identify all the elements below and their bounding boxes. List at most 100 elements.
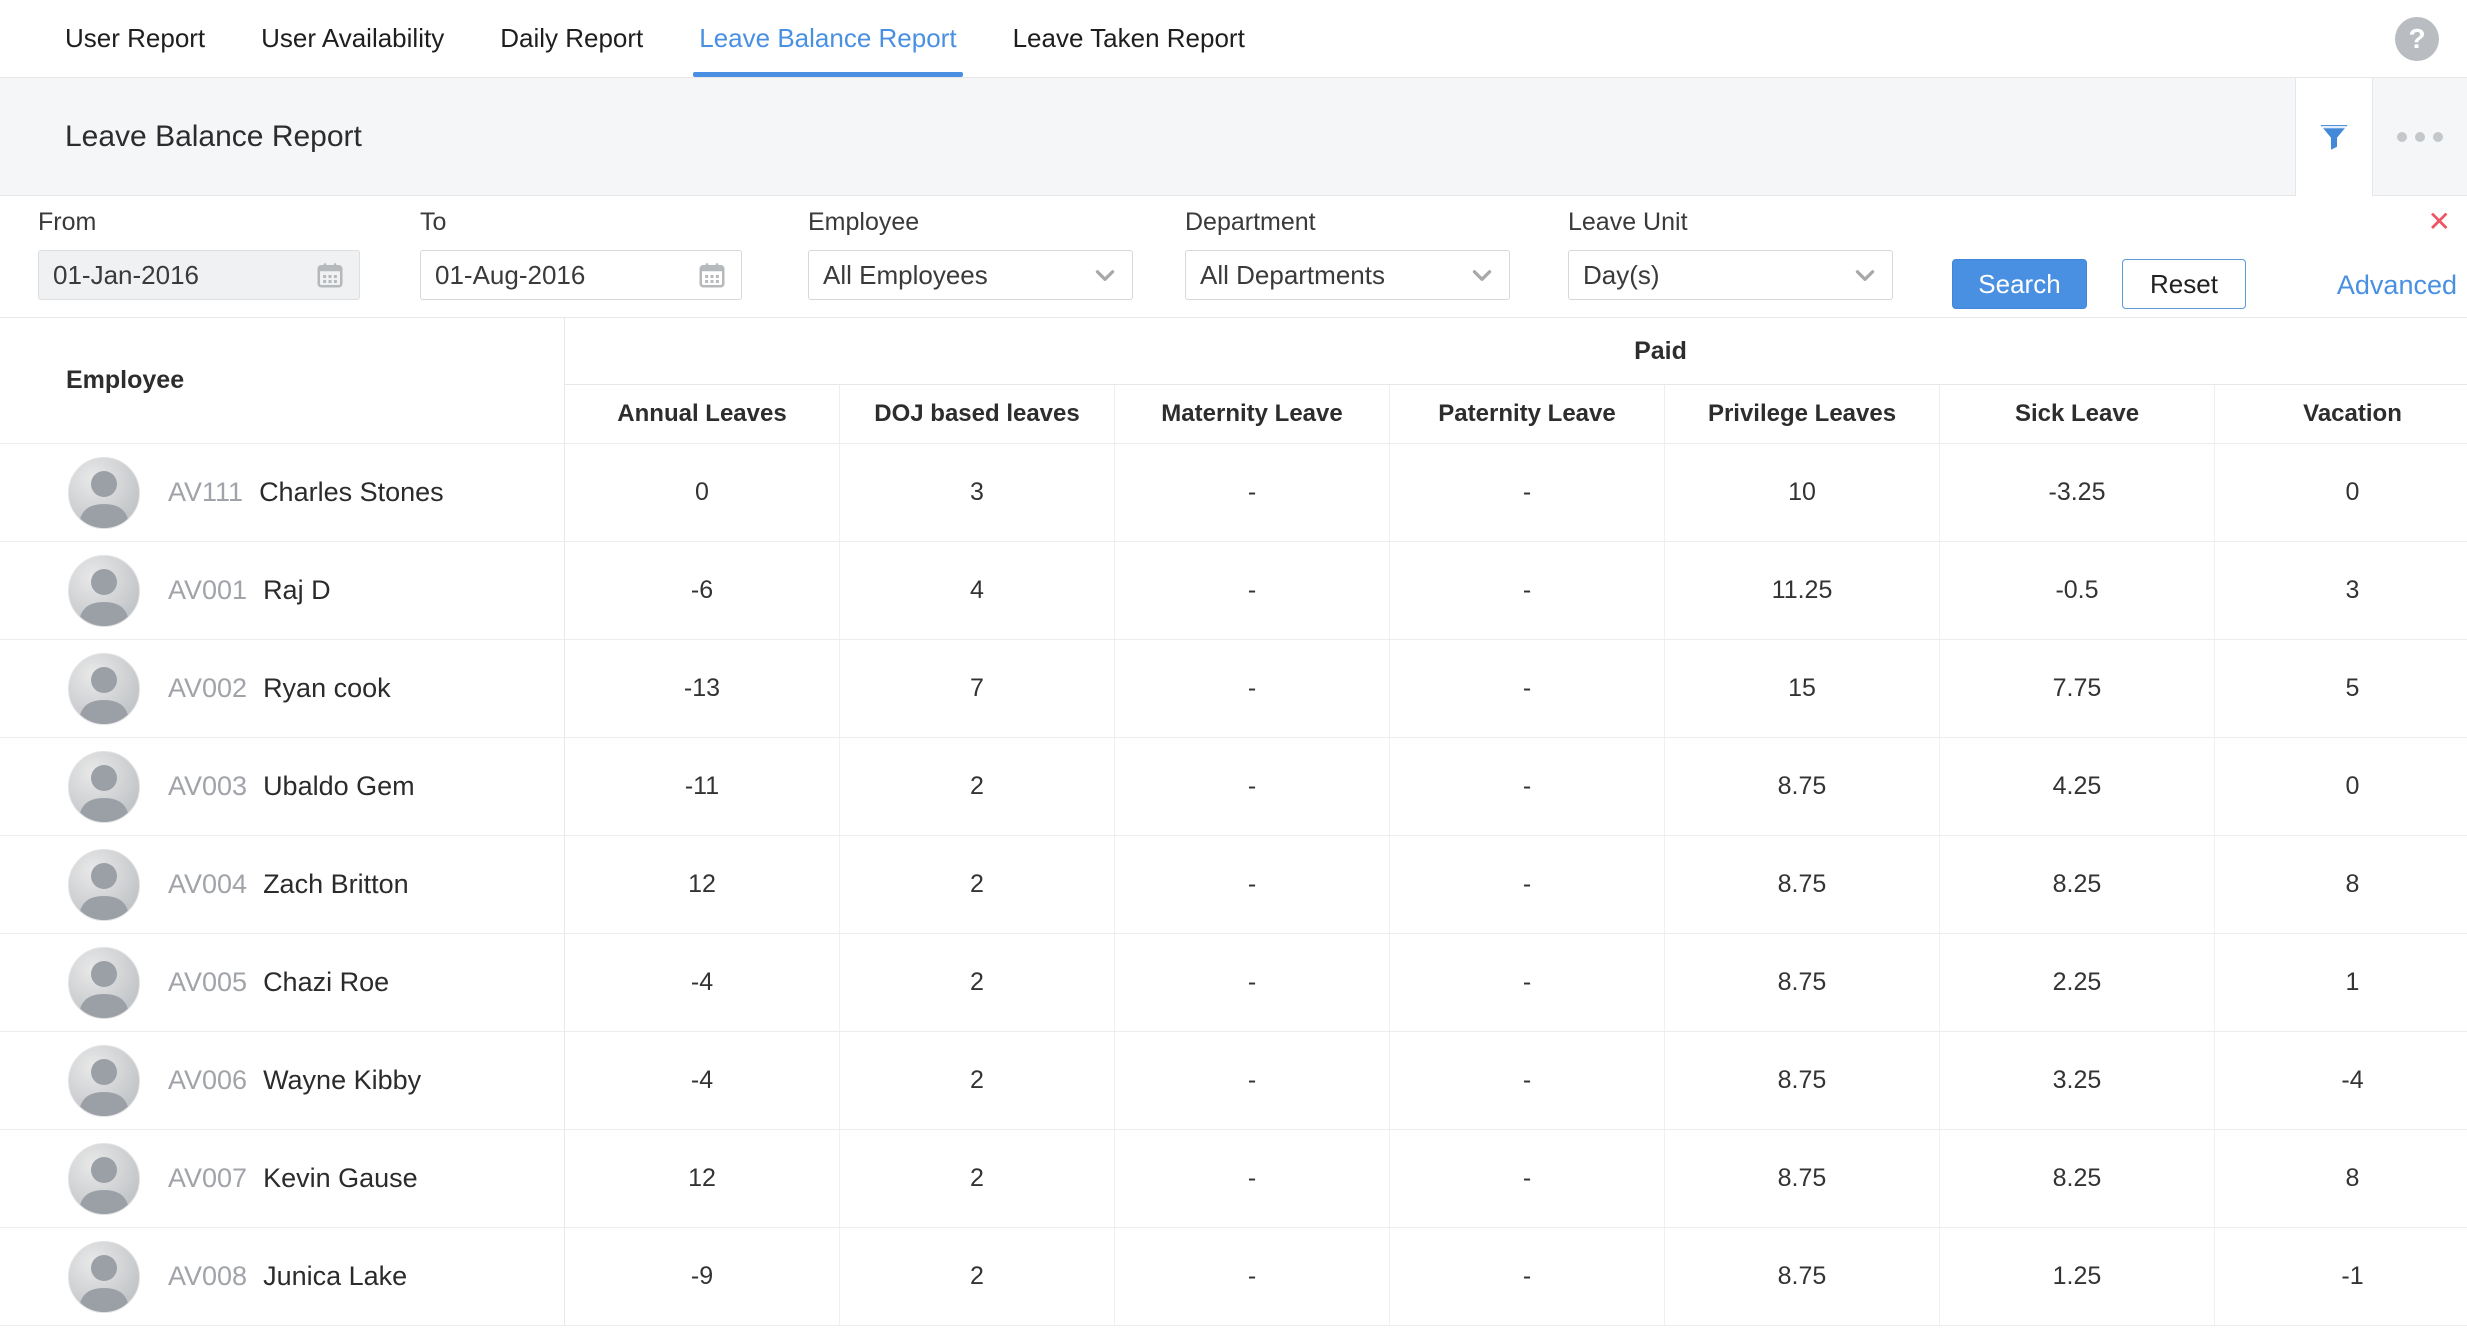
employee-name: Chazi Roe [263, 967, 389, 998]
employee-id: AV002 [168, 673, 247, 704]
employee-filter-field: Employee All Employees [808, 208, 1133, 300]
table-row[interactable]: AV005 Chazi Roe -42--8.752.251 [0, 933, 2467, 1031]
reset-button[interactable]: Reset [2122, 259, 2246, 309]
tab-leave-taken-report[interactable]: Leave Taken Report [1013, 0, 1245, 77]
employee-id: AV005 [168, 967, 247, 998]
employee-cell: AV002 Ryan cook [0, 640, 565, 737]
chevron-down-icon [1092, 262, 1118, 288]
leave-value-cell: 12 [565, 836, 840, 933]
leave-value-cell: -1 [2215, 1228, 2467, 1325]
employee-cell: AV003 Ubaldo Gem [0, 738, 565, 835]
leave-value-cell: 3.25 [1940, 1032, 2215, 1129]
department-select[interactable]: All Departments [1185, 250, 1510, 300]
from-date-input[interactable]: 01-Jan-2016 [38, 250, 360, 300]
employee-cell: AV007 Kevin Gause [0, 1130, 565, 1227]
leave-value-cell: 8.75 [1665, 1032, 1940, 1129]
calendar-icon[interactable] [315, 260, 345, 290]
leave-value-cell: 12 [565, 1130, 840, 1227]
leave-value-cell: 0 [2215, 444, 2467, 541]
avatar [68, 1045, 140, 1117]
tab-user-report[interactable]: User Report [65, 0, 205, 77]
employee-select[interactable]: All Employees [808, 250, 1133, 300]
leave-value-cell: -4 [2215, 1032, 2467, 1129]
employee-name: Raj D [263, 575, 331, 606]
help-button[interactable]: ? [2395, 17, 2439, 61]
from-date-value: 01-Jan-2016 [53, 260, 199, 291]
leave-value-cell: - [1115, 1228, 1390, 1325]
search-button[interactable]: Search [1952, 259, 2087, 309]
column-header-privilege-leaves: Privilege Leaves [1665, 385, 1940, 443]
to-date-input[interactable]: 01-Aug-2016 [420, 250, 742, 300]
ellipsis-icon [2397, 132, 2407, 142]
leave-value-cell: 8.75 [1665, 934, 1940, 1031]
leave-value-cell: 8 [2215, 836, 2467, 933]
table-row[interactable]: AV006 Wayne Kibby -42--8.753.25-4 [0, 1031, 2467, 1129]
table-row[interactable]: AV008 Junica Lake -92--8.751.25-1 [0, 1227, 2467, 1325]
more-options-button[interactable] [2373, 78, 2467, 196]
leave-value-cell: - [1115, 542, 1390, 639]
leave-value-cell: - [1115, 934, 1390, 1031]
avatar [68, 849, 140, 921]
leave-value-cell: 4 [840, 542, 1115, 639]
employee-cell: AV004 Zach Britton [0, 836, 565, 933]
leave-value-cell: 1 [2215, 934, 2467, 1031]
table-body: AV111 Charles Stones 03--10-3.250 AV001 … [0, 443, 2467, 1325]
calendar-icon[interactable] [697, 260, 727, 290]
leave-unit-label: Leave Unit [1568, 208, 1893, 237]
table-row[interactable]: AV111 Charles Stones 03--10-3.250 [0, 443, 2467, 541]
tab-leave-balance-report[interactable]: Leave Balance Report [699, 0, 956, 77]
leave-value-cell: - [1115, 1130, 1390, 1227]
leave-value-cell: - [1390, 640, 1665, 737]
to-date-value: 01-Aug-2016 [435, 260, 585, 291]
column-header-paternity-leave: Paternity Leave [1390, 385, 1665, 443]
column-header-vacation: Vacation [2215, 385, 2467, 443]
leave-value-cell: 2.25 [1940, 934, 2215, 1031]
table-row[interactable]: AV001 Raj D -64--11.25-0.53 [0, 541, 2467, 639]
report-tab-bar: User Report User Availability Daily Report… [0, 0, 2467, 78]
column-header-sick-leave: Sick Leave [1940, 385, 2215, 443]
title-bar: Leave Balance Report [0, 78, 2467, 196]
leave-value-cell: - [1390, 542, 1665, 639]
leave-value-cell: - [1115, 836, 1390, 933]
leave-value-cell: 8.25 [1940, 836, 2215, 933]
table-header: Employee Paid Annual LeavesDOJ based lea… [0, 318, 2467, 443]
employee-id: AV008 [168, 1261, 247, 1292]
employee-name: Wayne Kibby [263, 1065, 421, 1096]
close-filter-icon[interactable]: ✕ [2428, 208, 2451, 236]
help-icon: ? [2408, 23, 2425, 55]
leave-value-cell: 2 [840, 1032, 1115, 1129]
employee-cell: AV001 Raj D [0, 542, 565, 639]
employee-name: Ryan cook [263, 673, 391, 704]
avatar [68, 947, 140, 1019]
advanced-link[interactable]: Advanced [2337, 270, 2457, 301]
to-label: To [420, 208, 742, 237]
column-header-annual-leaves: Annual Leaves [565, 385, 840, 443]
leave-value-cell: - [1115, 640, 1390, 737]
employee-cell: AV005 Chazi Roe [0, 934, 565, 1031]
department-select-value: All Departments [1200, 260, 1385, 291]
table-row[interactable]: AV007 Kevin Gause 122--8.758.258 [0, 1129, 2467, 1227]
leave-value-cell: - [1390, 836, 1665, 933]
filter-toggle-button[interactable] [2295, 78, 2373, 197]
tabs-container: User Report User Availability Daily Report… [65, 0, 1301, 77]
table-row[interactable]: AV002 Ryan cook -137--157.755 [0, 639, 2467, 737]
employee-column-header: Employee [0, 318, 565, 443]
employee-name: Zach Britton [263, 869, 409, 900]
table-row[interactable]: AV003 Ubaldo Gem -112--8.754.250 [0, 737, 2467, 835]
tab-daily-report[interactable]: Daily Report [500, 0, 643, 77]
employee-id: AV004 [168, 869, 247, 900]
leave-value-cell: - [1115, 444, 1390, 541]
tab-user-availability[interactable]: User Availability [261, 0, 444, 77]
leave-value-cell: 8.75 [1665, 836, 1940, 933]
chevron-down-icon [1469, 262, 1495, 288]
leave-value-cell: 15 [1665, 640, 1940, 737]
department-filter-field: Department All Departments [1185, 208, 1510, 300]
table-row[interactable]: AV004 Zach Britton 122--8.758.258 [0, 835, 2467, 933]
leave-value-cell: -9 [565, 1228, 840, 1325]
avatar [68, 555, 140, 627]
leave-unit-select[interactable]: Day(s) [1568, 250, 1893, 300]
employee-cell: AV006 Wayne Kibby [0, 1032, 565, 1129]
leave-unit-filter-field: Leave Unit Day(s) [1568, 208, 1893, 300]
leave-value-cell: - [1390, 934, 1665, 1031]
leave-value-cell: 2 [840, 1130, 1115, 1227]
